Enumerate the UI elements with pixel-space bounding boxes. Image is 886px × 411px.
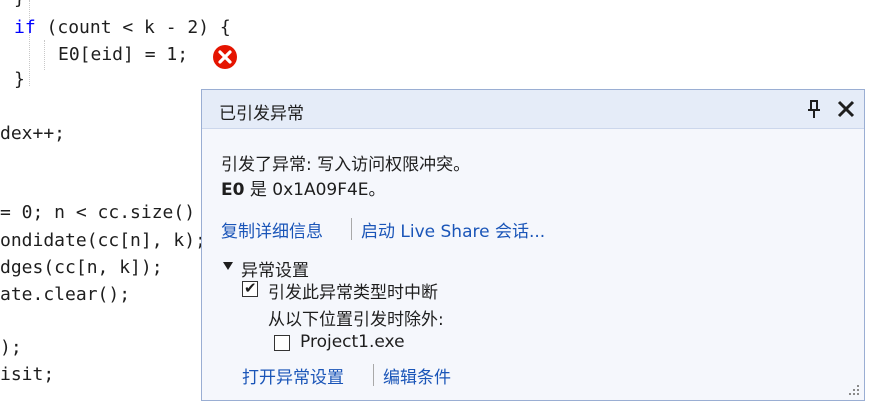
copy-details-link[interactable]: 复制详细信息 xyxy=(221,217,323,242)
resize-grip-icon[interactable] xyxy=(848,384,860,396)
link-separator xyxy=(351,218,352,240)
start-live-share-link[interactable]: 启动 Live Share 会话... xyxy=(361,217,545,242)
exception-detail-text: 是 0x1A09F4E。 xyxy=(244,180,386,200)
break-on-exception-checkbox[interactable]: ✔ xyxy=(242,279,258,297)
error-icon[interactable] xyxy=(212,44,238,70)
keyword-if: if xyxy=(14,17,36,38)
link-separator xyxy=(373,364,374,386)
popup-title: 已引发异常 xyxy=(219,104,304,124)
code-line-if: if (count < k - 2) { xyxy=(14,15,231,41)
code-line-candidate: ondidate(cc[n], k); xyxy=(0,230,206,251)
indent-guide xyxy=(44,40,45,70)
exception-detail: E0 是 0x1A09F4E。 xyxy=(221,175,386,200)
project-exclusion-label[interactable]: Project1.exe xyxy=(300,332,405,352)
variable-name: E0 xyxy=(221,180,245,200)
indent-guide xyxy=(29,0,30,86)
break-on-exception-label[interactable]: 引发此异常类型时中断 xyxy=(268,278,438,303)
collapse-triangle-icon[interactable] xyxy=(223,262,233,270)
code-line-for: = 0; n < cc.size() xyxy=(0,202,196,223)
except-when-label: 从以下位置引发时除外: xyxy=(268,310,444,330)
code-line-edges: dges(cc[n, k]); xyxy=(0,257,163,278)
if-condition: (count < k - 2) { xyxy=(35,17,231,38)
project-exclusion-checkbox[interactable] xyxy=(274,335,290,351)
popup-header: 已引发异常 xyxy=(202,90,864,129)
code-line-brace: } xyxy=(14,0,25,12)
code-line-close-brace: } xyxy=(14,69,25,90)
code-line-assign: E0[eid] = 1; xyxy=(58,44,189,65)
edit-conditions-link[interactable]: 编辑条件 xyxy=(383,363,451,388)
code-line-clear: ate.clear(); xyxy=(0,284,131,305)
pin-icon[interactable] xyxy=(805,99,823,119)
exception-message: 引发了异常: 写入访问权限冲突。 xyxy=(221,155,471,175)
code-line-paren: ); xyxy=(0,337,22,358)
code-line-index-inc: dex++; xyxy=(0,123,66,144)
code-line-visit: isit; xyxy=(0,364,55,385)
close-icon[interactable] xyxy=(835,98,857,120)
exception-helper-popup: 已引发异常 引发了异常: 写入访问权限冲突。 E0 是 0x1A09F4E。 复… xyxy=(201,89,865,401)
open-exception-settings-link[interactable]: 打开异常设置 xyxy=(242,363,344,388)
checkmark-icon: ✔ xyxy=(244,279,257,297)
